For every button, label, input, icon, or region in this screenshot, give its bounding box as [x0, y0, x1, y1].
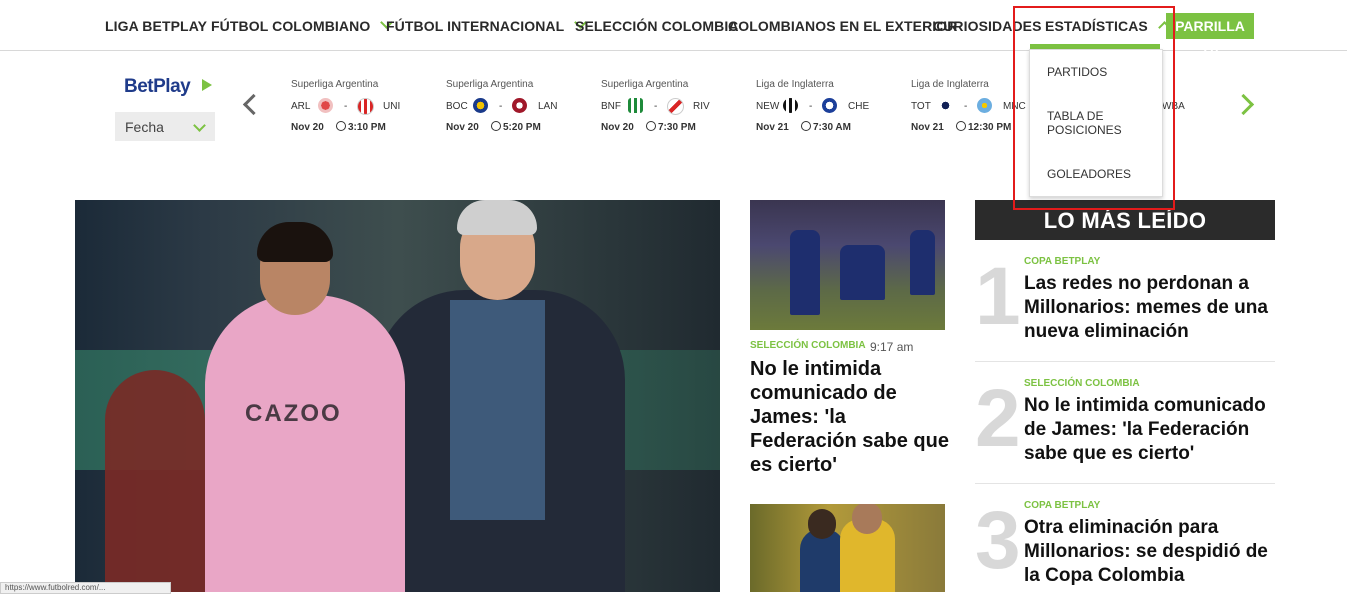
most-read-title[interactable]: Otra eliminación para Millonarios: se de…: [1024, 516, 1274, 588]
away-crest-icon: [512, 98, 527, 113]
most-read-category[interactable]: COPA BETPLAY: [1024, 500, 1100, 511]
match-time: 7:30 PM: [658, 122, 696, 133]
betplay-logo[interactable]: BetPlay: [124, 76, 212, 98]
browser-status-url: https://www.futbolred.com/...: [0, 582, 171, 594]
thumb-player-head: [808, 509, 836, 539]
match-time: 3:10 PM: [348, 122, 386, 133]
nav-colombianos-exterior[interactable]: COLOMBIANOS EN EL EXTERIOR: [728, 18, 957, 34]
match-home-team: TOT: [911, 101, 931, 112]
match-home-team: BOC: [446, 101, 468, 112]
home-crest-icon: [318, 98, 333, 113]
match-home-team: BNF: [601, 101, 621, 112]
annotation-highlight-box: [1013, 6, 1175, 210]
match-league: Superliga Argentina: [446, 79, 534, 90]
match-league: Liga de Inglaterra: [911, 79, 989, 90]
article-time: 9:17 am: [870, 340, 914, 354]
match-league: Superliga Argentina: [601, 79, 689, 90]
hero-shirt-text: CAZOO: [245, 400, 342, 427]
most-read-item[interactable]: 2 SELECCIÓN COLOMBIA No le intimida comu…: [975, 378, 1275, 478]
match-time: 7:30 AM: [813, 122, 851, 133]
thumb-player: [790, 230, 820, 315]
divider: [975, 361, 1275, 362]
clock-icon: [956, 121, 966, 131]
match-date: Nov 21: [756, 122, 789, 133]
nav-futbol-colombiano[interactable]: FÚTBOL COLOMBIANO: [211, 16, 394, 34]
match-home-team: NEW: [756, 101, 780, 112]
home-crest-icon: [938, 98, 953, 113]
away-crest-icon: [822, 98, 837, 113]
home-crest-icon: [473, 98, 488, 113]
article-title[interactable]: No le intimida comunicado de James: 'la …: [750, 357, 950, 477]
scores-prev-arrow-icon[interactable]: [242, 93, 265, 116]
clock-icon: [801, 121, 811, 131]
match-dash: -: [809, 101, 813, 112]
nav-futbol-colombiano-label: FÚTBOL COLOMBIANO: [211, 18, 371, 34]
chevron-down-icon: [193, 119, 206, 132]
scores-next-arrow-icon[interactable]: [1232, 93, 1255, 116]
match-dash: -: [344, 101, 348, 112]
home-crest-icon: [628, 98, 643, 113]
match-away-team: CHE: [848, 101, 870, 112]
match-away-team: RIV: [693, 101, 710, 112]
thumb-player: [840, 245, 885, 300]
match-dash: -: [499, 101, 503, 112]
logo-arrow-icon: [202, 79, 212, 91]
most-read-title[interactable]: No le intimida comunicado de James: 'la …: [1024, 394, 1274, 466]
nav-futbol-internacional[interactable]: FÚTBOL INTERNACIONAL: [386, 16, 588, 34]
hero-image[interactable]: CAZOO: [75, 200, 720, 592]
match-card[interactable]: Liga de Inglaterra NEW - CHE Nov 21 7:30…: [756, 79, 896, 139]
most-read-item[interactable]: 1 COPA BETPLAY Las redes no perdonan a M…: [975, 256, 1275, 356]
hero-bg-figure: [105, 370, 205, 592]
logo-text-play: Play: [153, 76, 191, 97]
match-card[interactable]: Superliga Argentina BOC - LAN Nov 20 5:2…: [446, 79, 586, 139]
match-home-team: ARL: [291, 101, 311, 112]
article-thumbnail[interactable]: [750, 504, 945, 592]
match-date: Nov 20: [446, 122, 479, 133]
clock-icon: [491, 121, 501, 131]
fecha-select[interactable]: Fecha: [115, 112, 215, 141]
match-away-team: LAN: [538, 101, 558, 112]
match-card[interactable]: Superliga Argentina ARL - UNI Nov 20 3:1…: [291, 79, 431, 139]
clock-icon: [336, 121, 346, 131]
divider: [975, 483, 1275, 484]
match-dash: -: [654, 101, 658, 112]
match-date: Nov 20: [291, 122, 324, 133]
match-card[interactable]: Superliga Argentina BNF - RIV Nov 20 7:3…: [601, 79, 741, 139]
parrilla-tv-button[interactable]: PARRILLA TV: [1166, 13, 1254, 60]
away-crest-icon: [977, 98, 992, 113]
article-category[interactable]: SELECCIÓN COLOMBIA: [750, 340, 866, 351]
match-time: 5:20 PM: [503, 122, 541, 133]
thumb-player: [910, 230, 935, 295]
match-time: 12:30 PM: [968, 122, 1012, 133]
away-crest-icon: [667, 98, 684, 115]
most-read-title[interactable]: Las redes no perdonan a Millonarios: mem…: [1024, 272, 1274, 344]
most-read-category[interactable]: COPA BETPLAY: [1024, 256, 1100, 267]
nav-liga-betplay[interactable]: LIGA BETPLAY: [105, 18, 207, 34]
match-away-team: UNI: [383, 101, 401, 112]
nav-seleccion-colombia[interactable]: SELECCIÓN COLOMBIA: [575, 18, 739, 34]
nav-futbol-internacional-label: FÚTBOL INTERNACIONAL: [386, 18, 565, 34]
article-thumbnail[interactable]: [750, 200, 945, 330]
fecha-select-label: Fecha: [125, 119, 164, 135]
most-read-number: 3: [975, 495, 1021, 586]
most-read-item[interactable]: 3 COPA BETPLAY Otra eliminación para Mil…: [975, 500, 1275, 592]
logo-text-bet: Bet: [124, 76, 154, 97]
match-league: Superliga Argentina: [291, 79, 379, 90]
clock-icon: [646, 121, 656, 131]
hero-player-hair: [257, 222, 333, 262]
match-date: Nov 21: [911, 122, 944, 133]
match-date: Nov 20: [601, 122, 634, 133]
most-read-number: 1: [975, 251, 1021, 342]
thumb-player-head: [852, 504, 882, 534]
away-crest-icon: [357, 98, 374, 115]
hero-coach-hair: [457, 200, 537, 235]
most-read-category[interactable]: SELECCIÓN COLOMBIA: [1024, 378, 1140, 389]
hero-person-player: [205, 295, 405, 592]
home-crest-icon: [783, 98, 798, 113]
hero-coach-shirt: [450, 300, 545, 520]
match-league: Liga de Inglaterra: [756, 79, 834, 90]
most-read-number: 2: [975, 373, 1021, 464]
match-dash: -: [964, 101, 968, 112]
